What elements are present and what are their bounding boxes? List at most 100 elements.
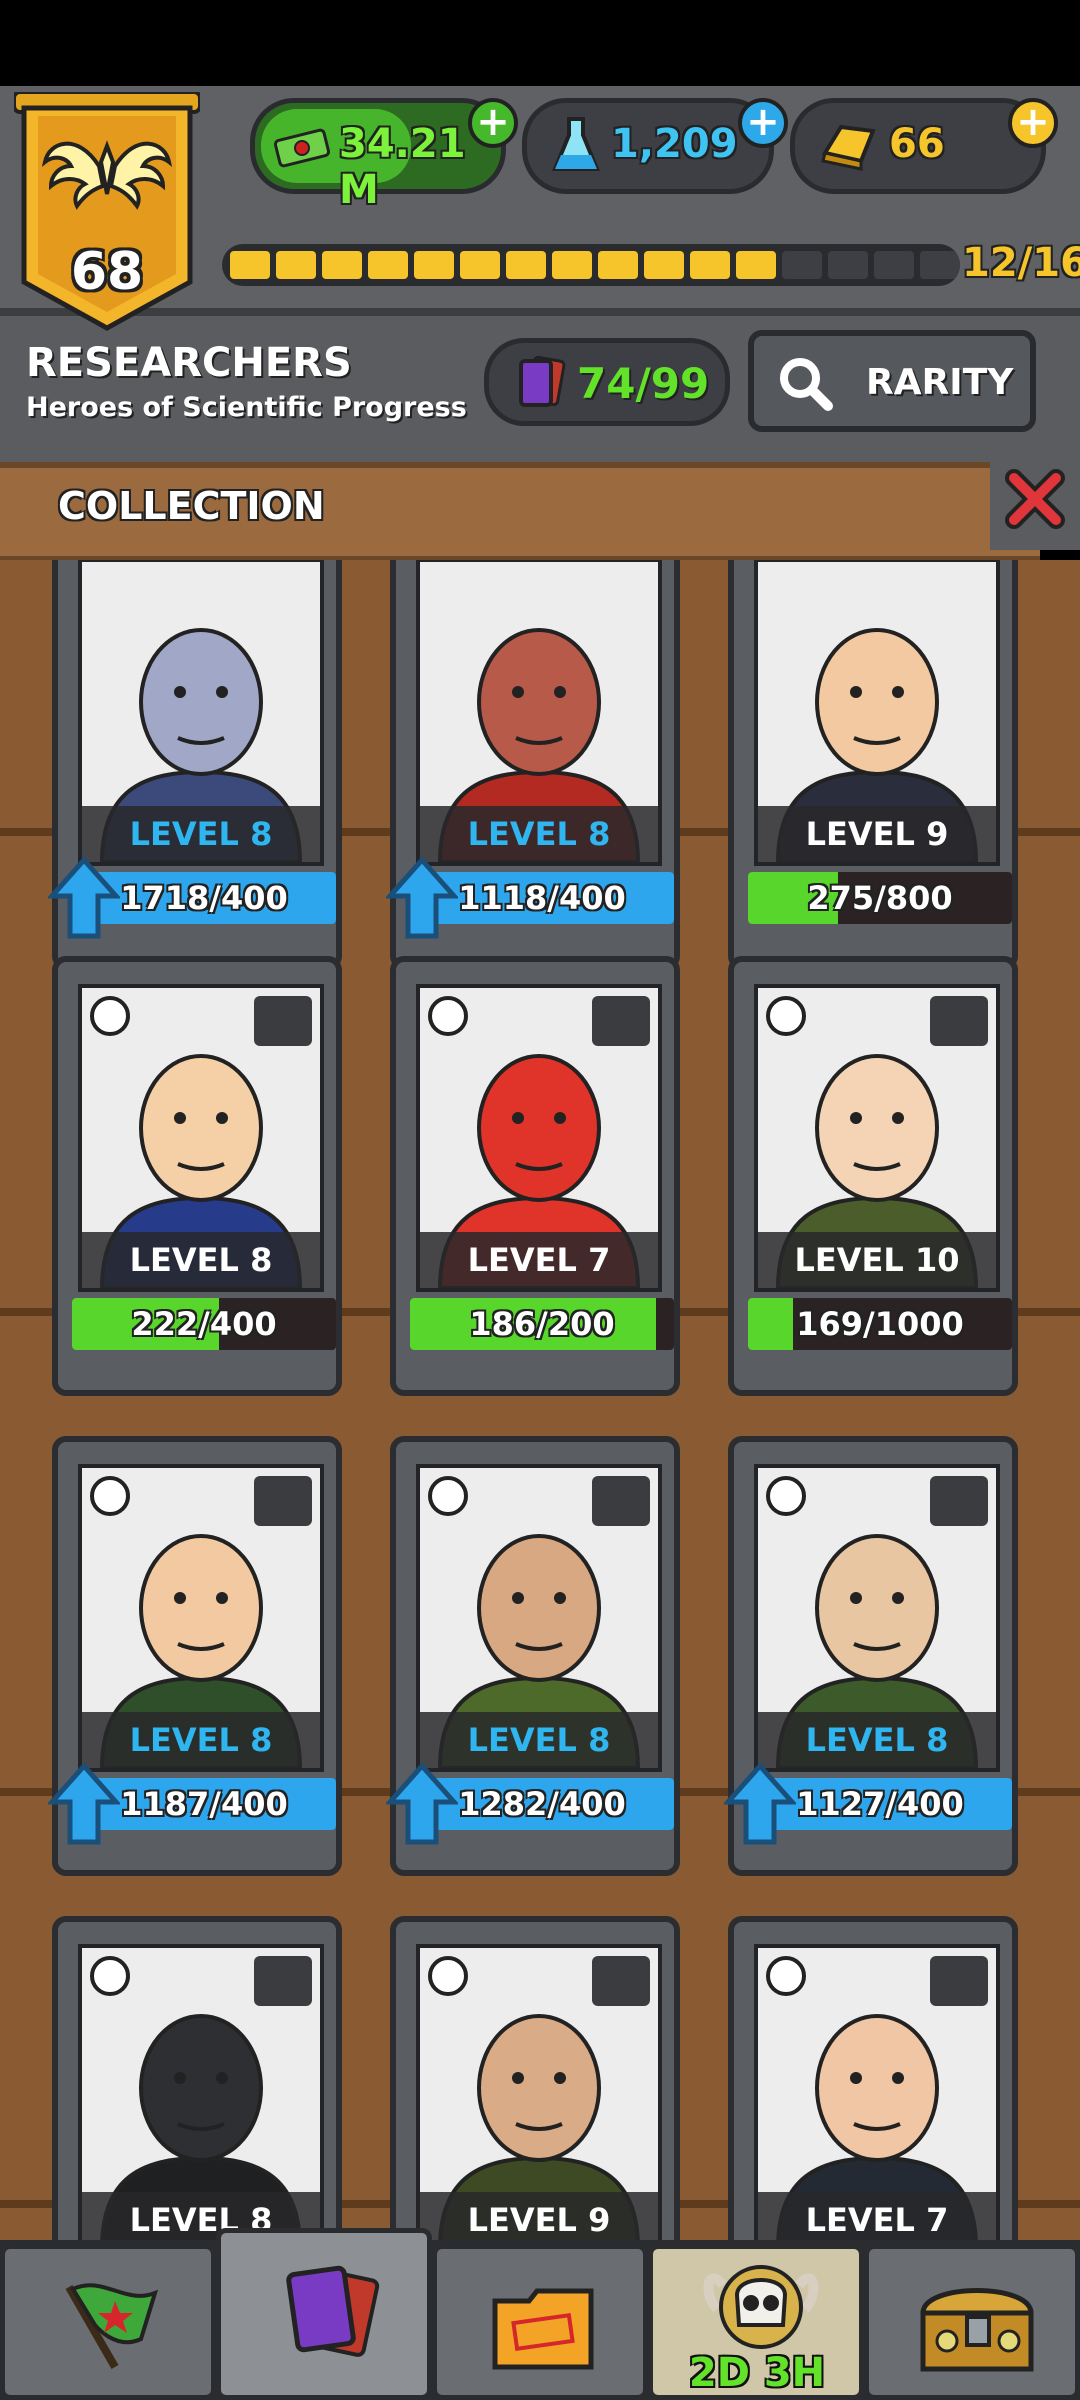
hero-card[interactable]: LEVEL 10 169/1000 <box>728 956 1018 1396</box>
hero-portrait: LEVEL 8 <box>78 1464 324 1772</box>
hero-portrait: LEVEL 8 <box>78 560 324 866</box>
card-collection-grid[interactable]: LEVEL 8 1718/400 LEVEL 8 1118/400 LEVEL 9 275… <box>0 560 1080 2240</box>
hero-card[interactable]: LEVEL 7 <box>728 1916 1018 2240</box>
hero-portrait: LEVEL 8 <box>416 1464 662 1772</box>
speedometer-icon <box>90 1956 130 1996</box>
flask-value: 1,209 <box>611 121 738 167</box>
hero-portrait: LEVEL 8 <box>78 984 324 1292</box>
hero-portrait: LEVEL 7 <box>754 1944 1000 2240</box>
folder-icon <box>492 2288 594 2370</box>
add-gold-button[interactable]: + <box>1008 98 1058 148</box>
category-subtitle: Heroes of Scientific Progress <box>26 392 467 423</box>
player-level-badge[interactable]: 68 <box>14 92 200 332</box>
gold-bar-icon <box>821 124 876 171</box>
xp-segment <box>782 251 822 279</box>
speedometer-icon <box>90 1476 130 1516</box>
nav-cards-button[interactable] <box>216 2228 432 2400</box>
card-level: LEVEL 8 <box>82 1712 320 1768</box>
event-timer: 2D 3H <box>688 2350 826 2396</box>
xp-segment <box>368 251 408 279</box>
card-level: LEVEL 7 <box>758 2192 996 2240</box>
search-icon <box>780 358 833 411</box>
category-title: RESEARCHERS <box>26 340 352 386</box>
upgrade-arrow-icon[interactable] <box>46 856 122 940</box>
gold-counter[interactable]: 66 <box>790 98 1046 194</box>
xp-progress-bar <box>222 244 960 286</box>
unit-type-icon <box>254 1956 312 2006</box>
close-icon <box>1005 469 1065 529</box>
nav-chest-button[interactable] <box>864 2244 1080 2400</box>
xp-segment <box>414 251 454 279</box>
hero-card[interactable]: LEVEL 7 186/200 <box>390 956 680 1396</box>
card-level: LEVEL 7 <box>420 1232 658 1288</box>
speedometer-icon <box>766 996 806 1036</box>
unit-type-icon <box>592 996 650 1046</box>
nav-map-button[interactable] <box>0 2244 216 2400</box>
hero-card[interactable]: LEVEL 8 1127/400 <box>722 1436 1018 1876</box>
card-progress-bar: 186/200 <box>410 1298 674 1350</box>
card-progress-text: 222/400 <box>131 1305 277 1343</box>
skull-icon <box>703 2265 819 2349</box>
xp-segment <box>644 251 684 279</box>
cash-counter[interactable]: 34.21 M <box>250 98 506 213</box>
speedometer-icon <box>428 1476 468 1516</box>
close-button[interactable] <box>990 450 1080 550</box>
unit-type-icon <box>930 1956 988 2006</box>
hero-card[interactable]: LEVEL 8 1118/400 <box>384 560 680 970</box>
card-level: LEVEL 8 <box>82 806 320 862</box>
add-cash-button[interactable]: + <box>468 98 518 148</box>
hero-card[interactable]: LEVEL 8 <box>52 1916 342 2240</box>
card-level: LEVEL 8 <box>420 1712 658 1768</box>
card-level: LEVEL 10 <box>758 1232 996 1288</box>
gold-value: 66 <box>889 121 945 167</box>
upgrade-arrow-icon[interactable] <box>384 856 460 940</box>
xp-segment <box>276 251 316 279</box>
speedometer-icon <box>766 1476 806 1516</box>
speedometer-icon <box>766 1956 806 1996</box>
card-progress-text: 186/200 <box>469 1305 615 1343</box>
speedometer-icon <box>428 996 468 1036</box>
flask-counter[interactable]: 1,209 <box>522 98 774 194</box>
flag-icon <box>65 2283 159 2369</box>
add-flask-button[interactable]: + <box>738 98 788 148</box>
collection-tab: COLLECTION <box>0 462 1040 562</box>
speedometer-icon <box>90 996 130 1036</box>
hero-portrait: LEVEL 9 <box>754 560 1000 866</box>
upgrade-arrow-icon[interactable] <box>384 1762 460 1846</box>
nav-files-button[interactable] <box>432 2244 648 2400</box>
unit-type-icon <box>254 1476 312 1526</box>
cards-count: 74/99 <box>577 359 710 408</box>
xp-segment <box>736 251 776 279</box>
unit-type-icon <box>930 1476 988 1526</box>
unit-type-icon <box>592 1476 650 1526</box>
card-progress-bar: 169/1000 <box>748 1298 1012 1350</box>
upgrade-arrow-icon[interactable] <box>46 1762 122 1846</box>
unit-type-icon <box>254 996 312 1046</box>
rarity-sort-button[interactable]: RARITY <box>748 330 1036 432</box>
xp-segment <box>506 251 546 279</box>
xp-segment <box>322 251 362 279</box>
card-progress-text: 275/800 <box>807 879 953 917</box>
xp-segment <box>230 251 270 279</box>
cards-icon <box>519 355 566 407</box>
hero-card[interactable]: LEVEL 8 1282/400 <box>384 1436 680 1876</box>
hero-card[interactable]: LEVEL 8 222/400 <box>52 956 342 1396</box>
xp-segment <box>874 251 914 279</box>
xp-segment <box>920 251 960 279</box>
hero-card[interactable]: LEVEL 9 275/800 <box>728 560 1018 970</box>
card-level: LEVEL 8 <box>82 1232 320 1288</box>
hero-card[interactable]: LEVEL 8 1718/400 <box>46 560 342 970</box>
xp-segment <box>460 251 500 279</box>
hero-portrait: LEVEL 10 <box>754 984 1000 1292</box>
speedometer-icon <box>428 1956 468 1996</box>
hero-card[interactable]: LEVEL 8 1187/400 <box>46 1436 342 1876</box>
rarity-label: RARITY <box>866 362 1014 403</box>
status-bar <box>0 0 1080 86</box>
hero-card[interactable]: LEVEL 9 <box>390 1916 680 2240</box>
card-level: LEVEL 8 <box>758 1712 996 1768</box>
xp-segment <box>552 251 592 279</box>
collection-label: COLLECTION <box>58 484 325 528</box>
upgrade-arrow-icon[interactable] <box>722 1762 798 1846</box>
hero-portrait: LEVEL 8 <box>78 1944 324 2240</box>
hero-portrait: LEVEL 7 <box>416 984 662 1292</box>
